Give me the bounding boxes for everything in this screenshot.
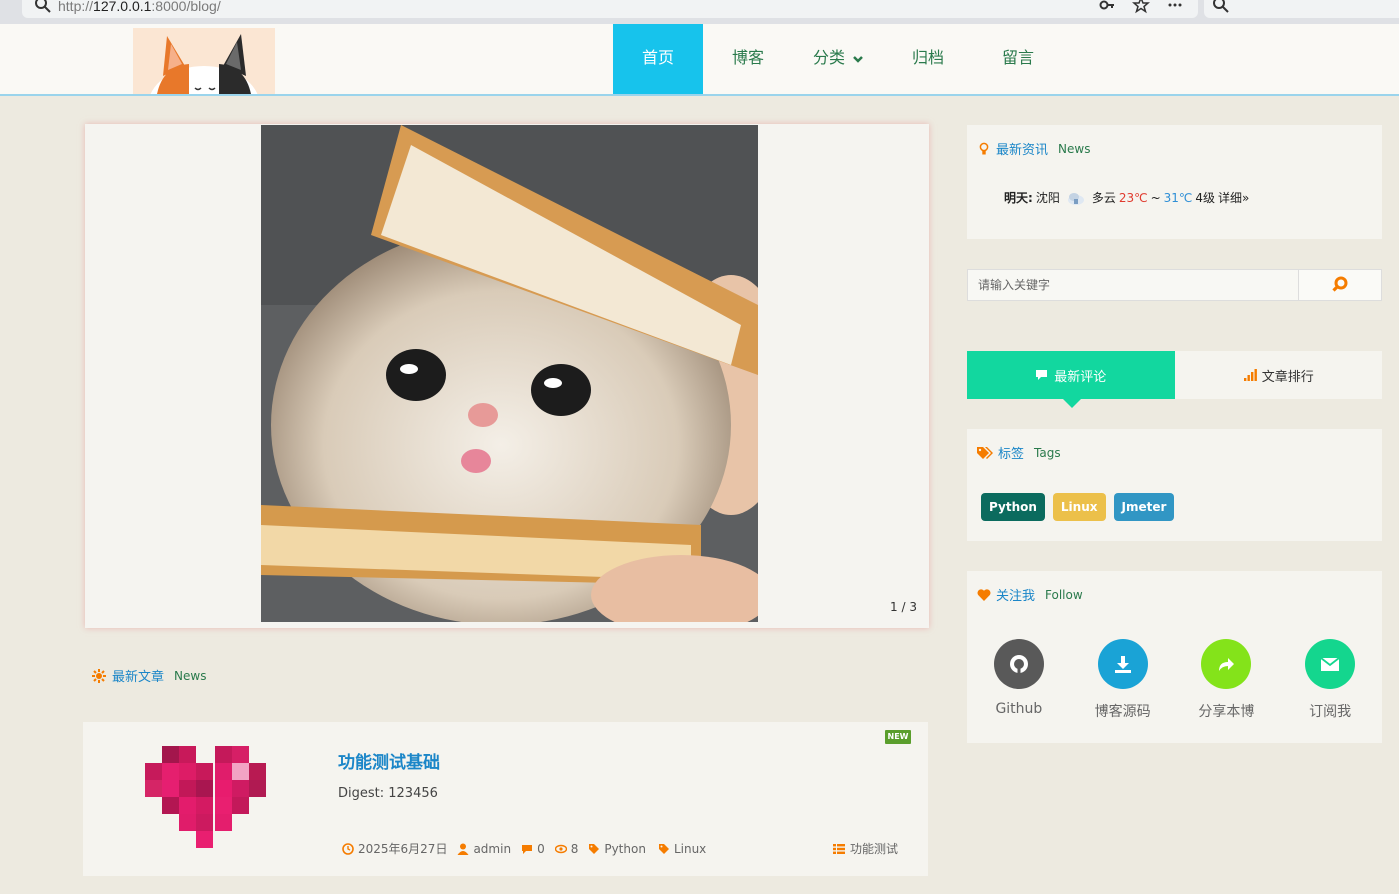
tag-list: Python Linux Jmeter (981, 493, 1175, 521)
clock-icon (342, 842, 354, 855)
tag-icon (589, 843, 600, 854)
download-icon (1097, 639, 1148, 689)
sidebar-tabs: 最新评论 文章排行 (967, 351, 1383, 408)
tag-linux[interactable]: Linux (1052, 493, 1106, 521)
nav-category-label: 分类 (812, 50, 845, 67)
list-icon (832, 843, 845, 854)
article-tag-linux[interactable]: Linux (658, 842, 706, 856)
tag-icon (658, 843, 669, 854)
follow-subscribe-label: 订阅我 (1309, 704, 1352, 720)
tab-article-ranking[interactable]: 文章排行 (1175, 351, 1383, 399)
site-search (967, 269, 1382, 301)
search-button[interactable] (1298, 270, 1381, 300)
chevron-down-icon (853, 55, 863, 63)
latest-subtitle: News (174, 668, 207, 683)
pixel-heart-image (145, 746, 266, 848)
weather-widget[interactable]: 明天: 沈阳 多云 23℃ ~ 31℃ 4级 详细» (1004, 189, 1249, 206)
follow-github[interactable]: Github (967, 639, 1071, 721)
weather-day: 明天: (1004, 191, 1033, 205)
weather-city: 沈阳 (1035, 191, 1060, 205)
main-nav: 首页 博客 分类 归档 留言 (613, 24, 1063, 94)
eye-icon (554, 844, 567, 853)
sun-icon (92, 668, 106, 683)
cat-logo-image (133, 28, 275, 94)
weather-wind: 4级 (1195, 191, 1216, 205)
article-meta: 2025年6月27日 admin 0 8 Python Linux (342, 840, 706, 857)
address-bar[interactable]: http://127.0.0.1:8000/blog/ (22, 0, 1198, 18)
article-author[interactable]: admin (457, 842, 511, 856)
search-icon (35, 0, 51, 13)
nav-home[interactable]: 首页 (613, 24, 703, 94)
user-icon (457, 843, 469, 855)
tag-python[interactable]: Python (981, 493, 1045, 521)
news-subtitle: News (1058, 141, 1091, 156)
search-input[interactable] (968, 270, 1300, 300)
mail-icon (1305, 639, 1356, 689)
carousel-slide-image (261, 125, 758, 622)
article-views: 8 (554, 842, 578, 856)
tab-latest-comments[interactable]: 最新评论 (967, 351, 1175, 408)
follow-github-label: Github (995, 701, 1043, 717)
tags-panel: 标签 Tags Python Linux Jmeter (967, 429, 1382, 541)
tags-title: 标签 (998, 447, 1025, 462)
article-comments: 0 (521, 842, 545, 856)
follow-share-label: 分享本博 (1198, 704, 1255, 720)
nav-guestbook[interactable]: 留言 (973, 24, 1063, 94)
bar-chart-icon (1243, 369, 1257, 381)
tags-icon (977, 446, 993, 459)
follow-panel: 关注我 Follow Github 博客源码 分享本博 订阅我 (967, 571, 1382, 743)
article-title[interactable]: 功能测试基础 (338, 748, 440, 773)
follow-title: 关注我 (996, 589, 1036, 604)
share-icon (1201, 639, 1252, 689)
tags-subtitle: Tags (1034, 445, 1061, 460)
tag-jmeter[interactable]: Jmeter (1113, 493, 1175, 521)
key-icon[interactable] (1098, 0, 1116, 14)
follow-share[interactable]: 分享本博 (1175, 639, 1279, 721)
latest-title: 最新文章 (112, 670, 165, 685)
follow-source[interactable]: 博客源码 (1071, 639, 1175, 721)
more-icon[interactable] (1166, 0, 1184, 14)
new-badge: NEW (885, 730, 911, 744)
weather-condition: 多云 (1091, 191, 1116, 205)
article-digest: Digest: 123456 (338, 786, 438, 801)
follow-source-label: 博客源码 (1094, 704, 1151, 720)
weather-temp-low: 31℃ (1163, 190, 1193, 205)
nav-category[interactable]: 分类 (793, 24, 883, 94)
follow-list: Github 博客源码 分享本博 订阅我 (967, 639, 1382, 721)
weather-temp-sep: ~ (1150, 190, 1161, 205)
nav-archive[interactable]: 归档 (883, 24, 973, 94)
news-title: 最新资讯 (996, 143, 1049, 158)
search-icon (1213, 0, 1229, 13)
article-category[interactable]: 功能测试 (832, 840, 898, 857)
slide-counter: 1 / 3 (890, 600, 917, 614)
article-tag-python[interactable]: Python (588, 842, 646, 856)
heart-icon (977, 588, 991, 601)
search-icon (1332, 276, 1348, 292)
cloudy-icon (1067, 192, 1084, 205)
github-icon (993, 639, 1044, 689)
weather-temp-high: 23℃ (1118, 190, 1148, 205)
article-card[interactable]: NEW 功能测试基础 Digest: 123456 2025年6月27日 adm… (83, 722, 928, 876)
site-header: 首页 博客 分类 归档 留言 (0, 24, 1399, 96)
article-date: 2025年6月27日 (342, 840, 447, 857)
comment-icon (522, 844, 533, 854)
nav-blog[interactable]: 博客 (703, 24, 793, 94)
browser-search-box[interactable] (1204, 0, 1399, 18)
follow-subscribe[interactable]: 订阅我 (1278, 639, 1382, 721)
browser-toolbar: http://127.0.0.1:8000/blog/ (0, 0, 1399, 24)
star-icon[interactable] (1132, 0, 1150, 14)
lightbulb-icon (979, 142, 989, 154)
image-carousel[interactable]: 1 / 3 (85, 124, 929, 628)
url-text: http://127.0.0.1:8000/blog/ (58, 0, 221, 14)
site-logo[interactable] (133, 28, 275, 94)
comments-icon (1036, 370, 1048, 380)
news-panel: 最新资讯 News 明天: 沈阳 多云 23℃ ~ 31℃ 4级 详细» (967, 125, 1382, 239)
latest-articles-heading: 最新文章 News (92, 666, 206, 685)
follow-subtitle: Follow (1045, 587, 1083, 602)
weather-detail-link[interactable]: 详细» (1218, 189, 1249, 206)
